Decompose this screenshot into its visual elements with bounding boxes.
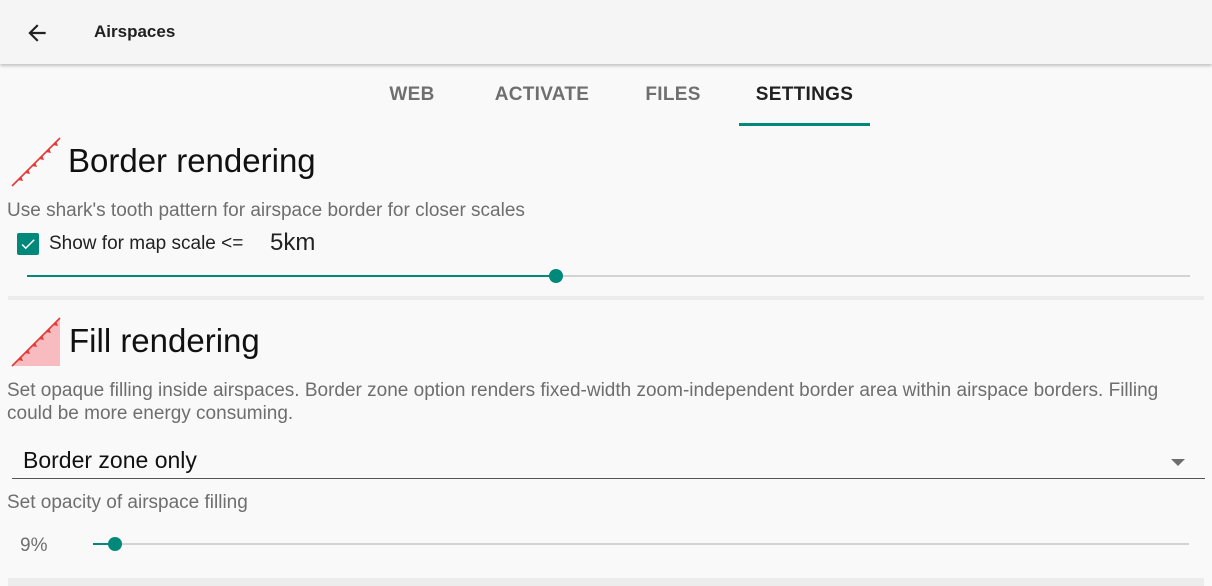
- border-rendering-title: Border rendering: [68, 142, 316, 179]
- tab-web[interactable]: WEB: [370, 64, 454, 126]
- section-divider: [8, 296, 1204, 300]
- fill-rendering-title: Fill rendering: [69, 322, 260, 359]
- tab-bar: WEB ACTIVATE FILES SETTINGS: [0, 64, 1212, 126]
- opacity-slider-track: [93, 543, 1189, 545]
- map-scale-label: Show for map scale <=: [49, 233, 244, 254]
- page-title: Airspaces: [94, 22, 176, 41]
- map-scale-slider-thumb[interactable]: [549, 269, 563, 283]
- fill-mode-value: Border zone only: [23, 447, 197, 473]
- tab-indicator: [739, 123, 870, 126]
- shark-tooth-border-icon: [11, 137, 61, 187]
- tab-activate[interactable]: ACTIVATE: [478, 64, 606, 126]
- tab-files[interactable]: FILES: [630, 64, 716, 126]
- settings-content: WEB ACTIVATE FILES SETTINGS Border rende…: [0, 64, 1212, 586]
- fill-mode-select[interactable]: Border zone only: [12, 446, 1205, 479]
- tab-settings[interactable]: SETTINGS: [739, 64, 870, 126]
- opacity-label: Set opacity of airspace filling: [7, 492, 248, 513]
- map-scale-slider-fill: [27, 275, 556, 277]
- arrow-left-icon: [28, 24, 46, 42]
- app-bar: Airspaces: [0, 0, 1212, 64]
- opacity-value: 9%: [20, 535, 48, 556]
- back-button[interactable]: [18, 14, 56, 52]
- shark-tooth-fill-icon: [11, 317, 61, 367]
- section-divider: [8, 578, 1204, 586]
- dropdown-arrow-icon: [1171, 459, 1185, 466]
- fill-rendering-description: Set opaque filling inside airspaces. Bor…: [7, 380, 1159, 424]
- border-rendering-description: Use shark's tooth pattern for airspace b…: [7, 200, 525, 221]
- check-icon: [21, 239, 35, 250]
- map-scale-value: 5km: [270, 229, 316, 256]
- show-shark-tooth-checkbox[interactable]: [17, 233, 39, 255]
- opacity-slider-thumb[interactable]: [108, 537, 122, 551]
